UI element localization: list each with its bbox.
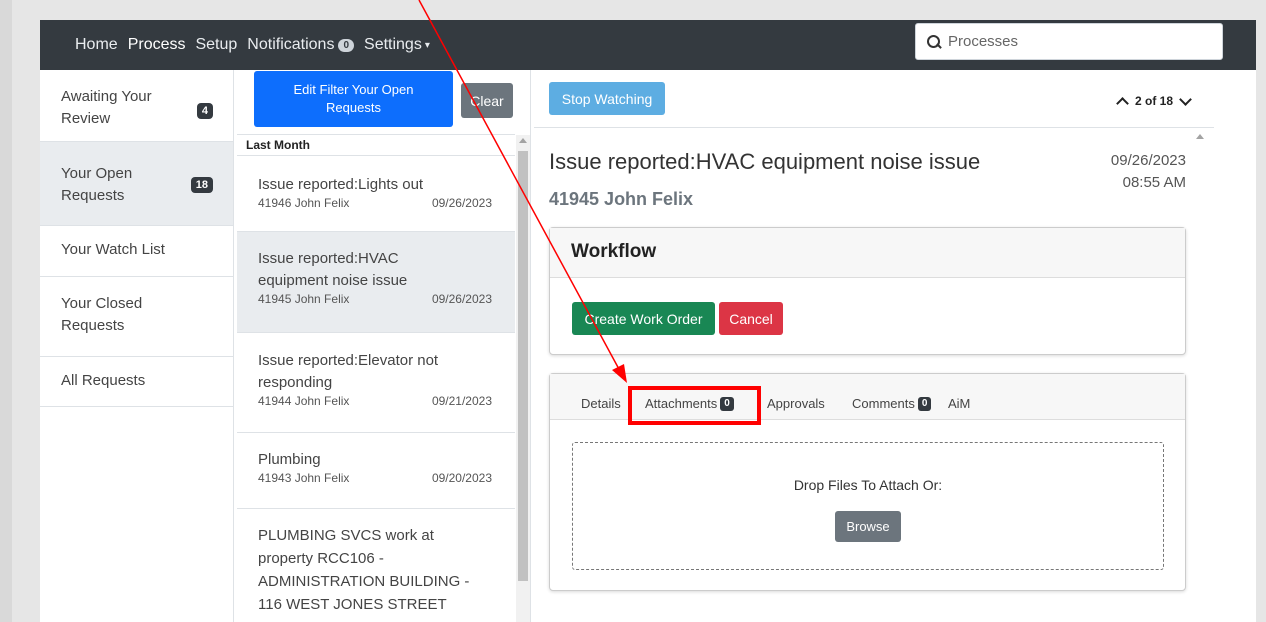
annotation-arrow-head xyxy=(612,364,627,383)
annotation-arrow-line xyxy=(418,0,621,372)
annotation-arrow-icon xyxy=(418,0,627,383)
